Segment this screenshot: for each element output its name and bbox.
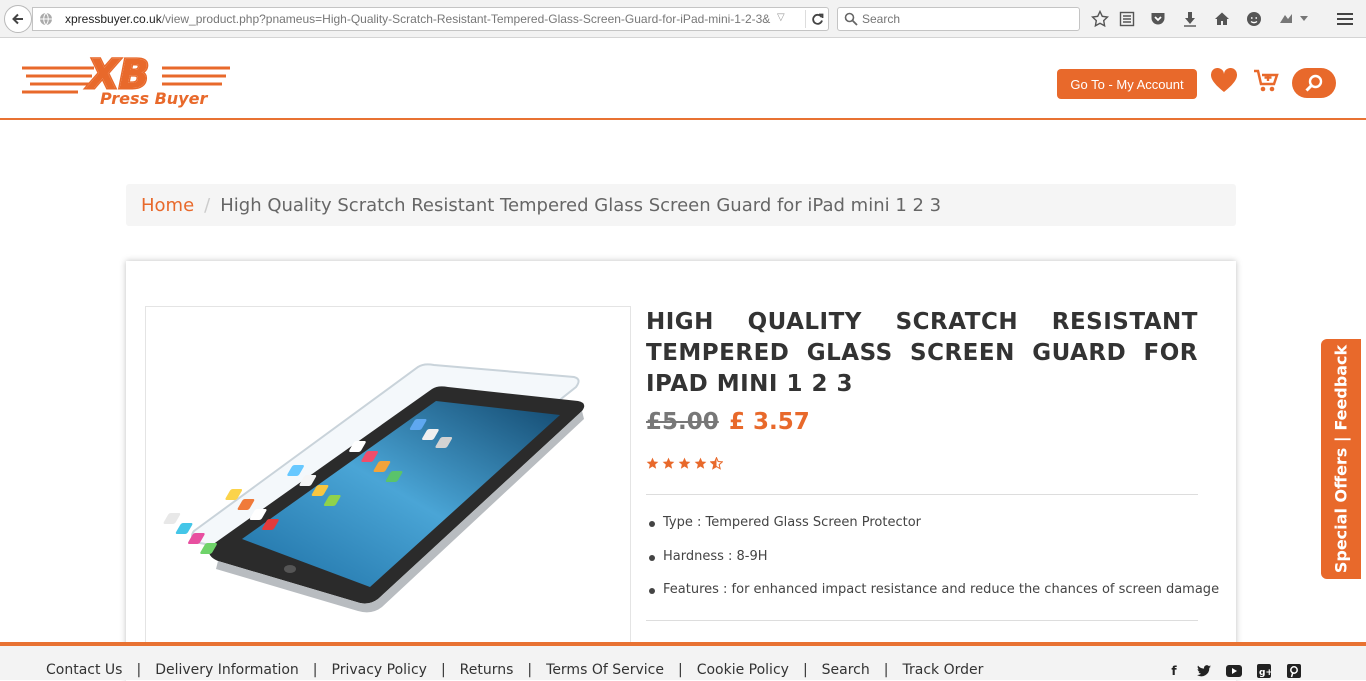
footer-links: Contact Us | Delivery Information | Priv… (46, 662, 983, 678)
breadcrumb-home-link[interactable]: Home (141, 195, 194, 216)
wishlist-heart-icon[interactable] (1210, 68, 1238, 94)
star-icon (678, 457, 691, 469)
url-path: /view_product.php?pnameus=High-Quality-S… (161, 12, 771, 26)
url-dropdown-icon[interactable]: ▽ (777, 12, 785, 23)
footer-separator: | (312, 662, 318, 678)
site-footer: Contact Us | Delivery Information | Priv… (0, 642, 1366, 680)
google-plus-icon[interactable]: g+ (1256, 663, 1272, 679)
breadcrumb-separator: / (204, 194, 211, 216)
bookmark-star-icon[interactable] (1090, 9, 1110, 29)
social-links: f g+ (1166, 663, 1302, 679)
reader-list-icon[interactable] (1117, 9, 1137, 29)
footer-separator: | (802, 662, 808, 678)
chat-icon[interactable] (1244, 9, 1264, 29)
site-header: XB XB Press Buyer Go To - My Account (0, 38, 1366, 120)
bullet-icon (649, 588, 655, 594)
star-icon (662, 457, 675, 469)
special-offers-feedback-tab[interactable]: Special Offers | Feedback (1321, 339, 1361, 579)
divider (646, 494, 1198, 495)
site-search-button[interactable] (1292, 68, 1336, 98)
footer-link-contact-us[interactable]: Contact Us (46, 662, 122, 678)
product-panel: HIGH QUALITY SCRATCH RESISTANT TEMPERED … (126, 261, 1236, 681)
bullet-icon (649, 554, 655, 561)
breadcrumb: Home / High Quality Scratch Resistant Te… (126, 184, 1236, 226)
extension-menu-icon[interactable] (1297, 9, 1311, 29)
star-half-icon (710, 457, 723, 470)
footer-separator: | (136, 662, 142, 678)
logo-text-press-buyer: Press Buyer (100, 89, 208, 108)
back-arrow-icon (12, 13, 23, 25)
footer-link-terms-of-service[interactable]: Terms Of Service (546, 662, 664, 678)
footer-link-delivery-information[interactable]: Delivery Information (155, 662, 299, 678)
feature-item: Type : Tempered Glass Screen Protector (646, 515, 1219, 549)
back-button[interactable] (4, 5, 32, 33)
old-price: £5.00 (646, 409, 719, 435)
pinterest-icon[interactable] (1286, 663, 1302, 679)
pocket-icon[interactable] (1148, 9, 1168, 29)
feature-list: Type : Tempered Glass Screen Protector H… (646, 515, 1219, 616)
address-bar[interactable]: xpressbuyer.co.uk/view_product.php?pname… (32, 7, 829, 31)
svg-text:g+: g+ (1259, 668, 1271, 678)
rating-stars (646, 457, 723, 470)
feature-text: Features : for enhanced impact resistanc… (663, 582, 1220, 597)
footer-link-search[interactable]: Search (822, 662, 870, 678)
footer-link-privacy-policy[interactable]: Privacy Policy (332, 662, 427, 678)
footer-link-returns[interactable]: Returns (460, 662, 514, 678)
feature-text: Type : Tempered Glass Screen Protector (663, 515, 922, 530)
hamburger-menu-icon[interactable] (1335, 9, 1355, 29)
home-icon[interactable] (1212, 9, 1232, 29)
facebook-icon[interactable]: f (1166, 663, 1182, 679)
url-text: xpressbuyer.co.uk/view_product.php?pname… (65, 12, 775, 26)
globe-icon (40, 12, 52, 26)
footer-separator: | (677, 662, 683, 678)
download-icon[interactable] (1180, 9, 1200, 29)
site-logo[interactable]: XB XB Press Buyer (22, 50, 232, 108)
url-domain: xpressbuyer.co.uk (65, 12, 162, 26)
feature-text: Hardness : 8-9H (663, 548, 768, 564)
feature-item: Features : for enhanced impact resistanc… (646, 582, 1219, 616)
feature-item: Hardness : 8-9H (646, 549, 1219, 583)
divider (646, 620, 1198, 621)
footer-separator: | (440, 662, 446, 678)
reload-button[interactable] (805, 10, 829, 28)
new-price: £ 3.57 (729, 409, 810, 435)
star-icon (646, 457, 659, 469)
my-account-button[interactable]: Go To - My Account (1057, 69, 1197, 99)
site-search-icon (1305, 74, 1323, 92)
search-icon (844, 12, 858, 26)
star-icon (694, 457, 707, 469)
browser-search-input[interactable] (862, 11, 1062, 27)
extension-icon[interactable] (1276, 9, 1296, 29)
product-image[interactable] (145, 306, 631, 651)
footer-link-cookie-policy[interactable]: Cookie Policy (697, 662, 789, 678)
feedback-tab-label: Special Offers | Feedback (1331, 344, 1351, 574)
cart-icon[interactable] (1253, 68, 1279, 94)
youtube-icon[interactable] (1226, 663, 1242, 679)
browser-toolbar: xpressbuyer.co.uk/view_product.php?pname… (0, 0, 1366, 38)
footer-link-track-order[interactable]: Track Order (902, 662, 983, 678)
browser-search-box[interactable] (837, 7, 1080, 31)
bullet-icon (649, 521, 655, 527)
breadcrumb-current: High Quality Scratch Resistant Tempered … (220, 194, 942, 216)
twitter-icon[interactable] (1196, 663, 1212, 679)
footer-separator: | (883, 662, 889, 678)
product-title: HIGH QUALITY SCRATCH RESISTANT TEMPERED … (646, 309, 1198, 397)
footer-separator: | (527, 662, 533, 678)
reload-icon (812, 13, 824, 25)
